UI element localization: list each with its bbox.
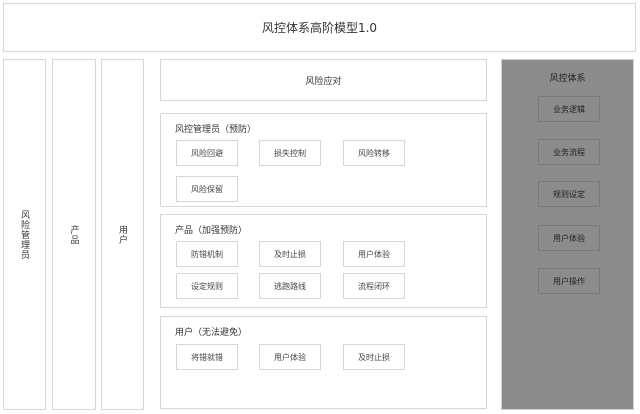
section-item: 流程闭环 (343, 273, 405, 299)
column-label: 风险管理员 (19, 209, 29, 260)
system-item: 用户体验 (538, 225, 600, 251)
diagram-title: 风控体系高阶模型1.0 (3, 3, 636, 52)
section-item: 设定规则 (176, 273, 238, 299)
section-title: 产品（加强预防） (175, 226, 248, 236)
column-label: 用户 (117, 224, 127, 245)
system-item: 用户操作 (538, 268, 600, 294)
section-item: 防错机制 (176, 241, 238, 267)
section-user: 用户（无法避免） 将错就错 用户体验 及时止损 (160, 316, 487, 409)
section-item: 及时止损 (259, 241, 321, 267)
column-label: 产品 (68, 224, 79, 245)
system-item: 业务逻辑 (538, 96, 600, 122)
risk-response-header: 风险应对 (160, 59, 487, 101)
section-item: 将错就错 (176, 344, 238, 370)
section-item: 风险回避 (176, 140, 238, 166)
section-item: 逃跑路线 (259, 273, 321, 299)
section-title: 风控管理员（预防） (175, 125, 257, 135)
section-risk-manager: 风控管理员（预防） 风险回避 损失控制 风险转移 风险保留 (160, 113, 487, 207)
section-item: 风险保留 (176, 176, 238, 202)
section-item: 损失控制 (259, 140, 321, 166)
section-item: 用户体验 (343, 241, 405, 267)
risk-control-system-panel: 风控体系 业务逻辑 业务流程 规则设定 用户体验 用户操作 (501, 59, 634, 410)
section-title: 用户（无法避免） (175, 328, 248, 338)
section-item: 及时止损 (343, 344, 405, 370)
section-item: 用户体验 (259, 344, 321, 370)
system-item: 业务流程 (538, 139, 600, 165)
system-item: 规则设定 (538, 181, 600, 207)
section-product: 产品（加强预防） 防错机制 及时止损 用户体验 设定规则 逃跑路线 流程闭环 (160, 214, 487, 308)
column-product: 产品 (52, 59, 96, 410)
section-item: 风险转移 (343, 140, 405, 166)
column-user: 用户 (101, 59, 144, 410)
panel-title: 风控体系 (549, 74, 586, 84)
column-risk-manager: 风险管理员 (3, 59, 46, 410)
